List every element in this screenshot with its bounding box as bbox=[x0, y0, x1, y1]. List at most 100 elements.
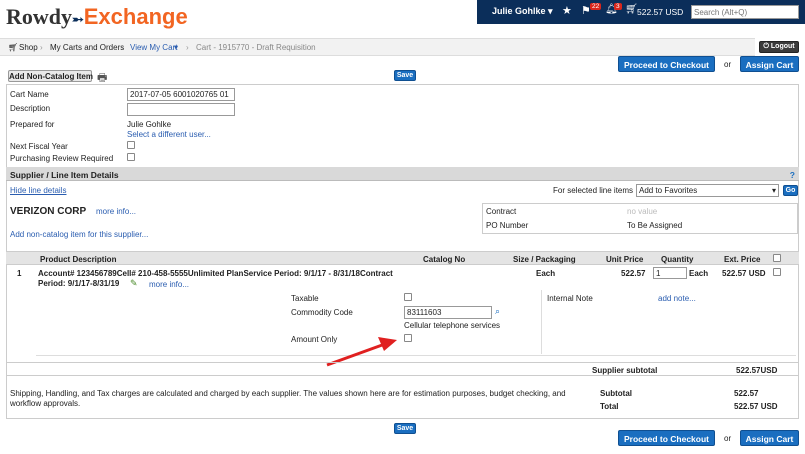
help-icon[interactable]: ? bbox=[790, 170, 795, 180]
app-header: Rowdy➵Exchange Julie Gohlke ▾ ★ ⚑ 22 🔔︎ … bbox=[0, 0, 805, 53]
logo-text-rowdy: Rowdy bbox=[6, 4, 73, 29]
logout-button[interactable]: ⏻ Logout bbox=[759, 41, 799, 53]
col-quantity: Quantity bbox=[661, 255, 694, 264]
col-unit-price: Unit Price bbox=[606, 255, 644, 264]
supplier-subtotal-label: Supplier subtotal bbox=[592, 366, 658, 375]
bell-count-badge: 3 bbox=[614, 3, 622, 10]
selected-items-value: Add to Favorites bbox=[639, 186, 698, 195]
assign-cart-button[interactable]: Assign Cart bbox=[740, 56, 799, 72]
select-all-checkbox[interactable] bbox=[773, 254, 781, 262]
or-separator: or bbox=[724, 60, 732, 69]
print-icon[interactable]: 🖶︎ bbox=[97, 69, 107, 88]
cart-total[interactable]: 522.57 USD bbox=[637, 7, 683, 17]
details-divider-h bbox=[36, 355, 796, 356]
user-name: Julie Gohlke bbox=[492, 6, 546, 16]
chevron-down-icon: ▾ bbox=[174, 43, 179, 52]
line-number: 1 bbox=[17, 269, 22, 278]
quantity-input[interactable] bbox=[653, 267, 687, 279]
shop-cart-icon: 🛒︎ bbox=[8, 43, 19, 52]
table-row: 1 Account# 123456789Cell# 210-458-5555Un… bbox=[6, 266, 799, 361]
next-fiscal-year-checkbox[interactable] bbox=[127, 141, 135, 149]
cart-icon[interactable]: 🛒︎ bbox=[625, 4, 638, 15]
cart-name-input[interactable] bbox=[127, 88, 235, 101]
amount-only-checkbox[interactable] bbox=[404, 334, 412, 342]
save-button[interactable]: Save bbox=[394, 70, 416, 81]
description-input[interactable] bbox=[127, 103, 235, 116]
hide-line-details-link[interactable]: Hide line details bbox=[10, 186, 66, 195]
add-non-catalog-supplier-link[interactable]: Add non-catalog item for this supplier..… bbox=[10, 230, 148, 239]
save-button-bottom[interactable]: Save bbox=[394, 423, 416, 434]
lock-icon: ⏻ bbox=[763, 43, 769, 50]
flag-count-badge: 22 bbox=[590, 3, 602, 10]
line-ext-price: 522.57 USD bbox=[722, 269, 766, 278]
commodity-description: Cellular telephone services bbox=[404, 321, 501, 330]
line-items-header-row: Product Description Catalog No Size / Pa… bbox=[6, 251, 799, 265]
supplier-subtotal-value: 522.57USD bbox=[736, 366, 778, 375]
line-unit-price: 522.57 bbox=[621, 269, 646, 278]
breadcrumb-view-my-cart[interactable]: View My Cart bbox=[130, 43, 177, 52]
breadcrumb-current: Cart - 1915770 - Draft Requisition bbox=[196, 43, 316, 52]
taxable-checkbox[interactable] bbox=[404, 293, 412, 301]
star-icon[interactable]: ★ bbox=[562, 4, 572, 17]
breadcrumb: 🛒︎ Shop › My Carts and Orders › View My … bbox=[0, 38, 755, 56]
prepared-for-value: Julie Gohlke bbox=[127, 120, 172, 129]
subtotal-value: 522.57 bbox=[734, 389, 759, 398]
purchasing-review-checkbox[interactable] bbox=[127, 153, 135, 161]
assign-cart-button-bottom[interactable]: Assign Cart bbox=[740, 430, 799, 446]
breadcrumb-shop[interactable]: Shop bbox=[19, 43, 38, 52]
logo-arrow-icon: ➵ bbox=[72, 13, 84, 28]
supplier-name: VERIZON CORP bbox=[10, 206, 87, 217]
search-input[interactable] bbox=[691, 5, 799, 19]
internal-note-label: Internal Note bbox=[547, 294, 593, 303]
po-number-label: PO Number bbox=[486, 221, 529, 230]
total-label: Total bbox=[600, 402, 619, 411]
po-number-value: To Be Assigned bbox=[627, 221, 683, 230]
next-fiscal-year-label: Next Fiscal Year bbox=[10, 142, 68, 151]
selected-items-label: For selected line items bbox=[553, 186, 634, 195]
col-product-description: Product Description bbox=[40, 255, 117, 264]
app-logo[interactable]: Rowdy➵Exchange bbox=[6, 4, 188, 30]
chevron-down-icon: ▾ bbox=[548, 6, 553, 16]
search-icon[interactable]: ⌕ bbox=[495, 306, 500, 317]
add-note-link[interactable]: add note... bbox=[658, 294, 696, 303]
cart-name-label: Cart Name bbox=[10, 90, 49, 99]
line-more-info-link[interactable]: more info... bbox=[149, 280, 189, 289]
logout-label: Logout bbox=[770, 43, 795, 50]
user-menu[interactable]: Julie Gohlke ▾ bbox=[492, 6, 553, 17]
selected-items-select[interactable]: Add to Favorites ▾ bbox=[636, 184, 779, 197]
details-divider-v bbox=[541, 290, 542, 354]
supplier-more-info-link[interactable]: more info... bbox=[96, 207, 136, 216]
or-separator-bottom: or bbox=[724, 434, 732, 443]
prepared-for-label: Prepared for bbox=[10, 120, 55, 129]
select-different-user-link[interactable]: Select a different user... bbox=[127, 130, 211, 139]
subtotal-label: Subtotal bbox=[600, 389, 632, 398]
edit-item-icon[interactable]: ✎ bbox=[130, 278, 138, 289]
breadcrumb-my-carts[interactable]: My Carts and Orders bbox=[50, 43, 124, 52]
chevron-right-icon: › bbox=[121, 43, 124, 52]
taxable-label: Taxable bbox=[291, 294, 319, 303]
contract-value: no value bbox=[627, 207, 658, 216]
line-size: Each bbox=[536, 269, 556, 278]
supplier-info-box: Contract no value PO Number To Be Assign… bbox=[482, 203, 798, 234]
purchasing-review-label: Purchasing Review Required bbox=[10, 154, 114, 163]
commodity-code-label: Commodity Code bbox=[291, 308, 353, 317]
add-non-catalog-item-button[interactable]: Add Non-Catalog Item bbox=[8, 70, 93, 82]
quantity-unit: Each bbox=[689, 269, 709, 278]
contract-label: Contract bbox=[486, 207, 517, 216]
top-nav-bar: Julie Gohlke ▾ ★ ⚑ 22 🔔︎ 3 🛒︎ 522.57 USD bbox=[477, 0, 805, 24]
proceed-to-checkout-button-bottom[interactable]: Proceed to Checkout bbox=[618, 430, 715, 446]
go-button[interactable]: Go bbox=[783, 185, 798, 196]
supplier-section-header: Supplier / Line Item Details ? bbox=[6, 167, 799, 181]
line-description-1: Account# 123456789Cell# 210-458-5555Unli… bbox=[38, 269, 393, 278]
col-size-packaging: Size / Packaging bbox=[513, 255, 576, 264]
proceed-to-checkout-button[interactable]: Proceed to Checkout bbox=[618, 56, 715, 72]
col-ext-price: Ext. Price bbox=[724, 255, 761, 264]
logo-text-exchange: Exchange bbox=[83, 4, 188, 29]
supplier-subtotal-row: Supplier subtotal 522.57USD bbox=[6, 362, 799, 376]
description-label: Description bbox=[10, 104, 51, 113]
amount-only-label: Amount Only bbox=[291, 335, 338, 344]
line-description-2: Period: 9/1/17-8/31/19 bbox=[38, 279, 120, 288]
shipping-disclaimer: Shipping, Handling, and Tax charges are … bbox=[10, 389, 566, 408]
line-select-checkbox[interactable] bbox=[773, 268, 781, 276]
commodity-code-input[interactable] bbox=[404, 306, 492, 319]
